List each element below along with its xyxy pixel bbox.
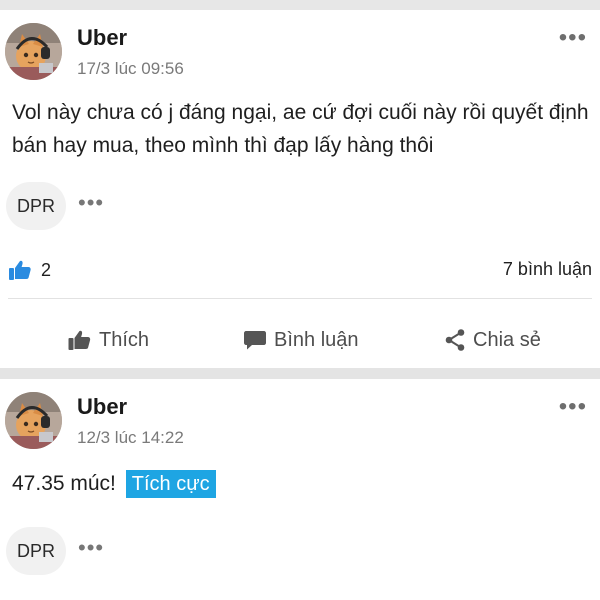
- comment-button-label: Bình luận: [274, 328, 359, 351]
- more-dots-icon[interactable]: •••: [559, 395, 587, 419]
- post-card: Uber 17/3 lúc 09:56 ••• Vol này chưa có …: [0, 10, 600, 368]
- like-count[interactable]: 2: [8, 257, 51, 283]
- more-dots-icon[interactable]: •••: [78, 190, 104, 216]
- speech-bubble-icon: [244, 331, 266, 350]
- author-name[interactable]: Uber: [77, 25, 127, 51]
- share-button[interactable]: Chia sẻ: [444, 328, 541, 352]
- more-dots-icon[interactable]: •••: [78, 535, 104, 561]
- like-button[interactable]: Thích: [67, 328, 149, 352]
- avatar[interactable]: [5, 392, 62, 449]
- comment-button[interactable]: Bình luận: [243, 328, 359, 352]
- like-count-value: 2: [41, 259, 52, 280]
- share-button-label: Chia sẻ: [473, 328, 541, 351]
- divider: [8, 298, 592, 299]
- post-content: 47.35 múc! Tích cực: [12, 467, 216, 500]
- author-name[interactable]: Uber: [77, 394, 127, 420]
- post-timestamp[interactable]: 17/3 lúc 09:56: [77, 59, 184, 79]
- top-separator: [0, 0, 600, 10]
- sentiment-tag[interactable]: Tích cực: [125, 470, 216, 498]
- comment-count[interactable]: 7 bình luận: [503, 259, 592, 280]
- thumbs-up-icon: [68, 330, 91, 350]
- post-card: Uber 12/3 lúc 14:22 ••• 47.35 múc! Tích …: [0, 379, 600, 600]
- like-button-label: Thích: [99, 328, 150, 351]
- more-dots-icon[interactable]: •••: [559, 26, 587, 50]
- post-timestamp[interactable]: 12/3 lúc 14:22: [77, 428, 184, 448]
- post-separator: [0, 368, 600, 379]
- avatar[interactable]: [5, 23, 62, 80]
- ticker-chip[interactable]: DPR: [6, 527, 66, 575]
- share-icon: [445, 329, 465, 351]
- post-text: 47.35 múc!: [12, 472, 116, 495]
- ticker-chip[interactable]: DPR: [6, 182, 66, 230]
- post-content: Vol này chưa có j đáng ngại, ae cứ đợi c…: [12, 101, 589, 157]
- thumbs-up-icon: [9, 260, 31, 280]
